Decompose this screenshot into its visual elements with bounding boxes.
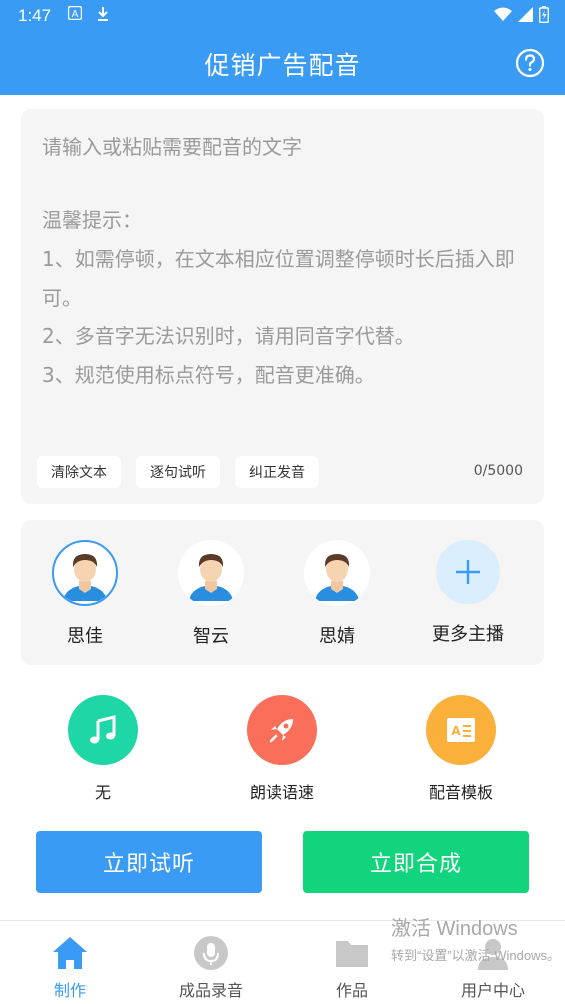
anchor-item-zhiyun[interactable]: 智云 (171, 540, 251, 648)
option-label: 无 (94, 783, 111, 802)
avatar (52, 540, 118, 606)
option-label: 朗读语速 (249, 783, 314, 802)
avatar (304, 540, 370, 606)
folder-icon (332, 933, 372, 973)
top-bar: 1:47 A 促销广告配音 (0, 0, 565, 95)
anchor-item-sijia[interactable]: 思佳 (45, 540, 125, 648)
nav-label: 制作 (53, 981, 86, 1000)
user-icon (473, 933, 513, 973)
sentence-preview-button[interactable]: 逐句试听 (136, 456, 220, 488)
more-anchors-label: 更多主播 (432, 624, 504, 645)
text-editor[interactable]: 请输入或粘贴需要配音的文字 温馨提示： 1、如需停顿，在文本相应位置调整停顿时长… (21, 109, 544, 504)
tip-item: 2、多音字无法识别时，请用同音字代替。 (42, 324, 415, 349)
nav-label: 用户中心 (460, 981, 525, 1000)
svg-text:A: A (451, 724, 461, 738)
anchor-name: 思婧 (319, 626, 355, 647)
music-note-icon (68, 695, 138, 765)
nav-label: 作品 (335, 981, 368, 1000)
avatar (178, 540, 244, 606)
anchor-name: 智云 (193, 626, 229, 647)
status-icons-right (494, 6, 550, 27)
nav-item-works[interactable]: 作品 (302, 933, 402, 1001)
text-a-icon: A (67, 5, 83, 26)
help-button[interactable] (515, 48, 545, 78)
nav-item-recordings[interactable]: 成品录音 (161, 933, 261, 1001)
male-avatar-icon (63, 554, 107, 601)
male-avatar-icon (315, 554, 359, 601)
editor-placeholder: 请输入或粘贴需要配音的文字 (42, 135, 302, 159)
tips-block: 温馨提示： 1、如需停顿，在文本相应位置调整停顿时长后插入即可。 2、多音字无法… (42, 201, 532, 395)
page-title: 促销广告配音 (204, 51, 361, 80)
download-icon (96, 6, 110, 26)
template-icon: A (426, 695, 496, 765)
correct-pronunciation-button[interactable]: 纠正发音 (235, 456, 319, 488)
synthesize-now-button[interactable]: 立即合成 (303, 831, 529, 893)
reading-speed-option[interactable]: 朗读语速 (227, 695, 337, 803)
battery-icon (538, 6, 550, 27)
nav-item-user-center[interactable]: 用户中心 (443, 933, 543, 1001)
tip-item: 1、如需停顿，在文本相应位置调整停顿时长后插入即可。 (42, 246, 515, 310)
status-icons-left: A (67, 5, 110, 26)
home-icon (50, 933, 90, 973)
tip-item: 3、规范使用标点符号，配音更准确。 (42, 363, 375, 388)
dubbing-template-option[interactable]: A 配音模板 (406, 695, 516, 803)
preview-now-button[interactable]: 立即试听 (36, 831, 262, 893)
microphone-icon (191, 933, 231, 973)
more-anchors-button[interactable]: 更多主播 (418, 540, 518, 646)
background-music-option[interactable]: 无 (48, 695, 158, 803)
anchor-name: 思佳 (67, 626, 103, 647)
svg-text:A: A (72, 9, 79, 20)
rocket-icon (247, 695, 317, 765)
anchor-panel: 思佳 智云 思婧 更多主播 (21, 520, 544, 665)
option-label: 配音模板 (428, 783, 493, 802)
clear-text-button[interactable]: 清除文本 (37, 456, 121, 488)
bottom-nav: 制作 成品录音 作品 用户中心 (0, 920, 565, 1004)
char-counter: 0/5000 (473, 463, 523, 479)
tips-title: 温馨提示： (42, 208, 142, 232)
nav-item-make[interactable]: 制作 (20, 933, 120, 1001)
nav-label: 成品录音 (178, 981, 243, 1000)
male-avatar-icon (189, 554, 233, 601)
wifi-icon (494, 7, 512, 26)
plus-icon (436, 540, 500, 604)
status-time: 1:47 (18, 6, 52, 25)
anchor-item-sijing[interactable]: 思婧 (297, 540, 377, 648)
help-icon (515, 48, 545, 78)
signal-icon (518, 7, 533, 26)
